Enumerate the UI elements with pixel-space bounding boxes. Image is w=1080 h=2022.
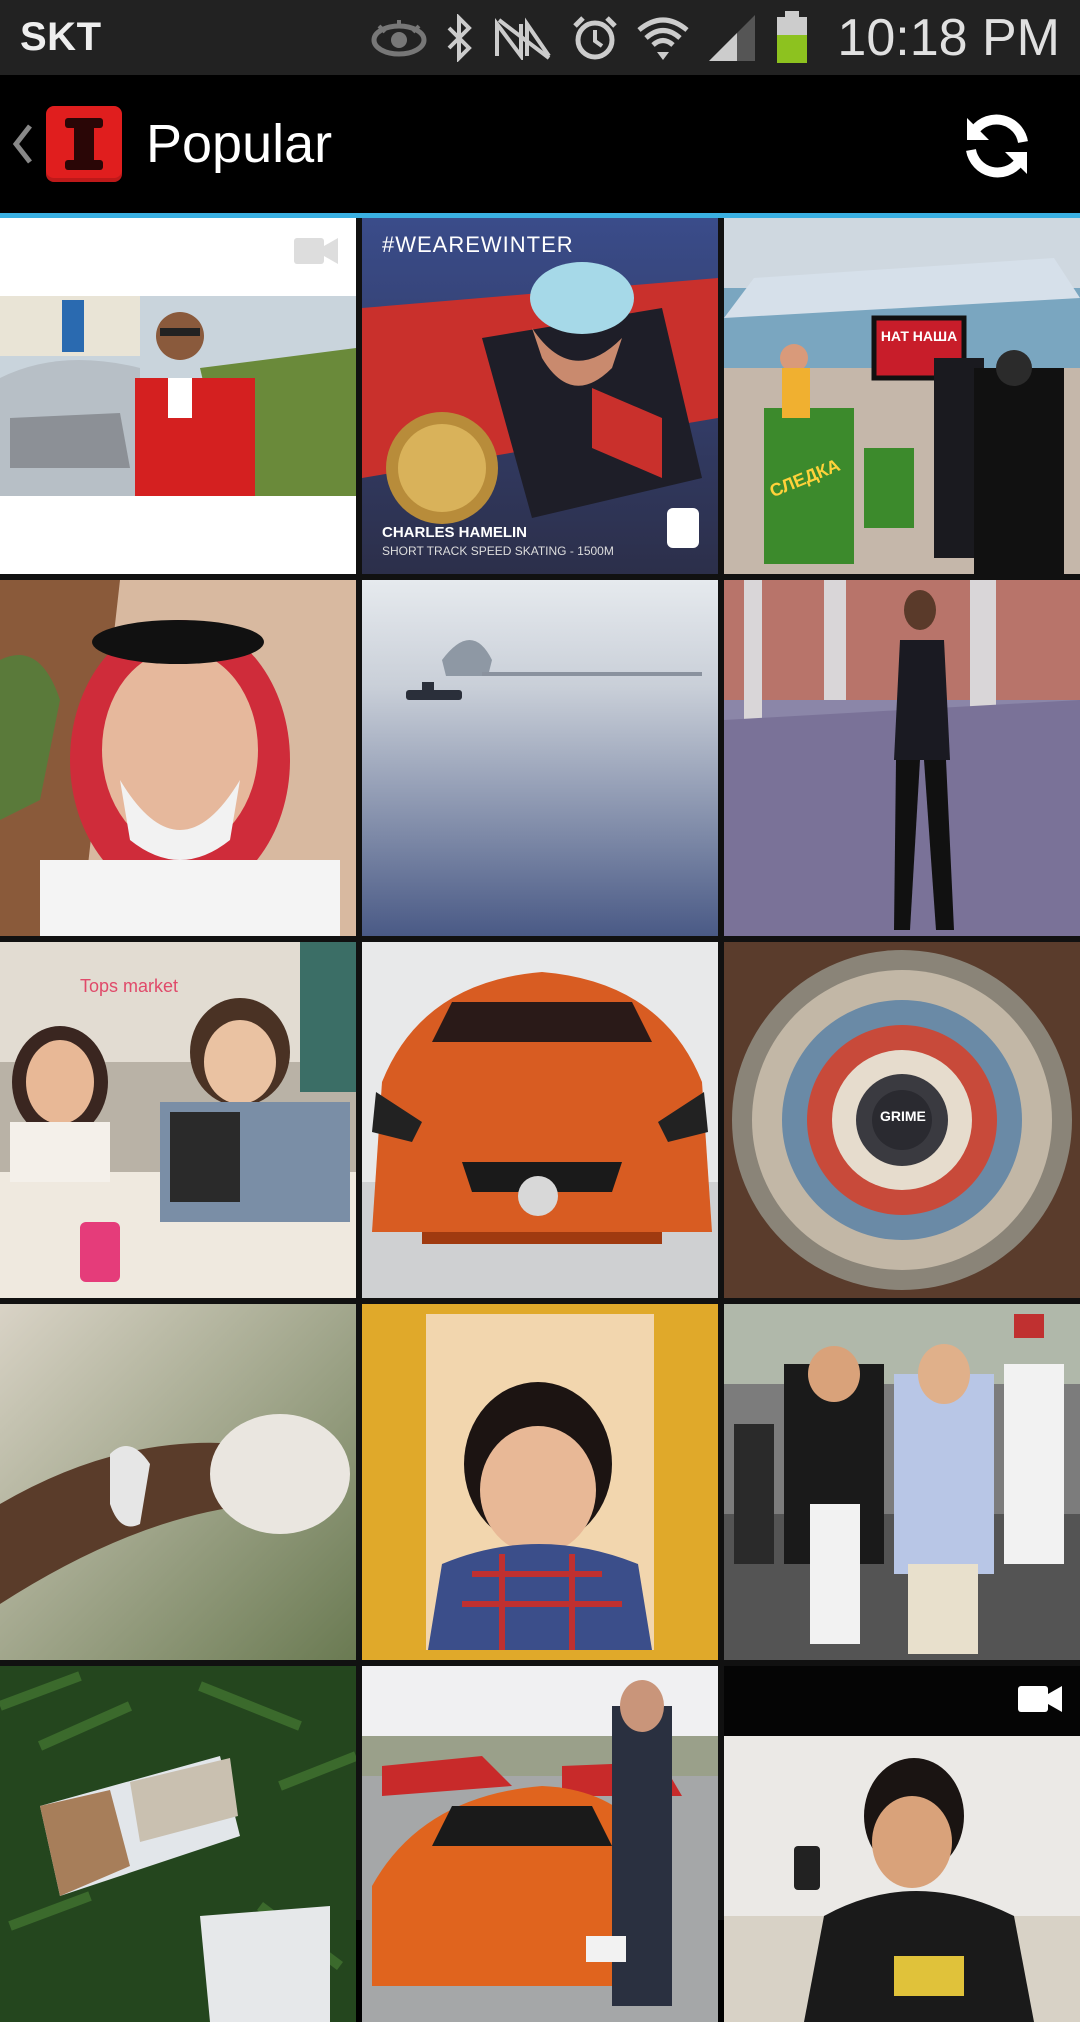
status-bar: SKT 10:18 PM	[0, 0, 1080, 75]
tile-ferrari-parking[interactable]	[362, 1666, 718, 2022]
tile-hand-bracelet[interactable]	[0, 1304, 356, 1660]
video-camera-icon	[294, 238, 338, 264]
video-camera-icon	[1018, 1686, 1062, 1712]
clock-time: 10:18 PM	[837, 8, 1060, 67]
tile-tv-studio[interactable]: НАТ НАША СЛЕДКА	[724, 218, 1080, 574]
tile-tv-sign: НАТ НАША	[880, 328, 958, 344]
tile-boy-portrait[interactable]	[362, 1304, 718, 1660]
page-title: Popular	[146, 114, 333, 174]
refresh-button[interactable]	[954, 103, 1040, 189]
tile-caption-name: CHARLES HAMELIN	[382, 524, 527, 541]
alarm-icon	[573, 15, 618, 59]
carrier-label: SKT	[20, 15, 102, 59]
bluetooth-icon	[448, 13, 473, 62]
tile-sneaker-circle[interactable]: GRIME	[724, 942, 1080, 1298]
tile-young-man-phone[interactable]	[724, 1666, 1080, 2022]
battery-icon	[777, 10, 808, 63]
tile-hashtag: #WEAREWINTER	[382, 232, 574, 257]
tile-misty-lake-boat[interactable]	[362, 580, 718, 936]
wifi-icon	[637, 17, 690, 60]
tile-elder-man-keffiyeh[interactable]	[0, 580, 356, 936]
tile-caption-event: SHORT TRACK SPEED SKATING - 1500M	[382, 544, 614, 558]
status-icons: 10:18 PM	[371, 8, 1060, 68]
eye-icon	[371, 19, 427, 56]
app-logo-icon[interactable]	[46, 106, 122, 182]
tile-we-are-winter[interactable]: #WEAREWINTER CHARLES HAMELIN SHORT TRACK…	[362, 218, 718, 574]
app-bar: Popular	[0, 75, 1080, 213]
tile-street-protest[interactable]	[724, 1304, 1080, 1660]
tile-two-girls-cafe[interactable]: Tops market	[0, 942, 356, 1298]
photo-grid: #WEAREWINTER CHARLES HAMELIN SHORT TRACK…	[0, 218, 1080, 2022]
no-signal-icon	[495, 17, 552, 60]
tile-photos-on-leaves[interactable]	[0, 1666, 356, 2022]
chevron-left-icon[interactable]	[10, 114, 38, 174]
tile-orange-sports-car[interactable]	[362, 942, 718, 1298]
cell-signal-icon	[709, 14, 756, 61]
refresh-icon	[966, 114, 1028, 178]
tile-woman-walking[interactable]	[724, 580, 1080, 936]
tile-store-sign: Tops market	[80, 976, 179, 996]
tile-man-red-jacket[interactable]	[0, 218, 356, 574]
tile-center-badge: GRIME	[880, 1108, 926, 1124]
